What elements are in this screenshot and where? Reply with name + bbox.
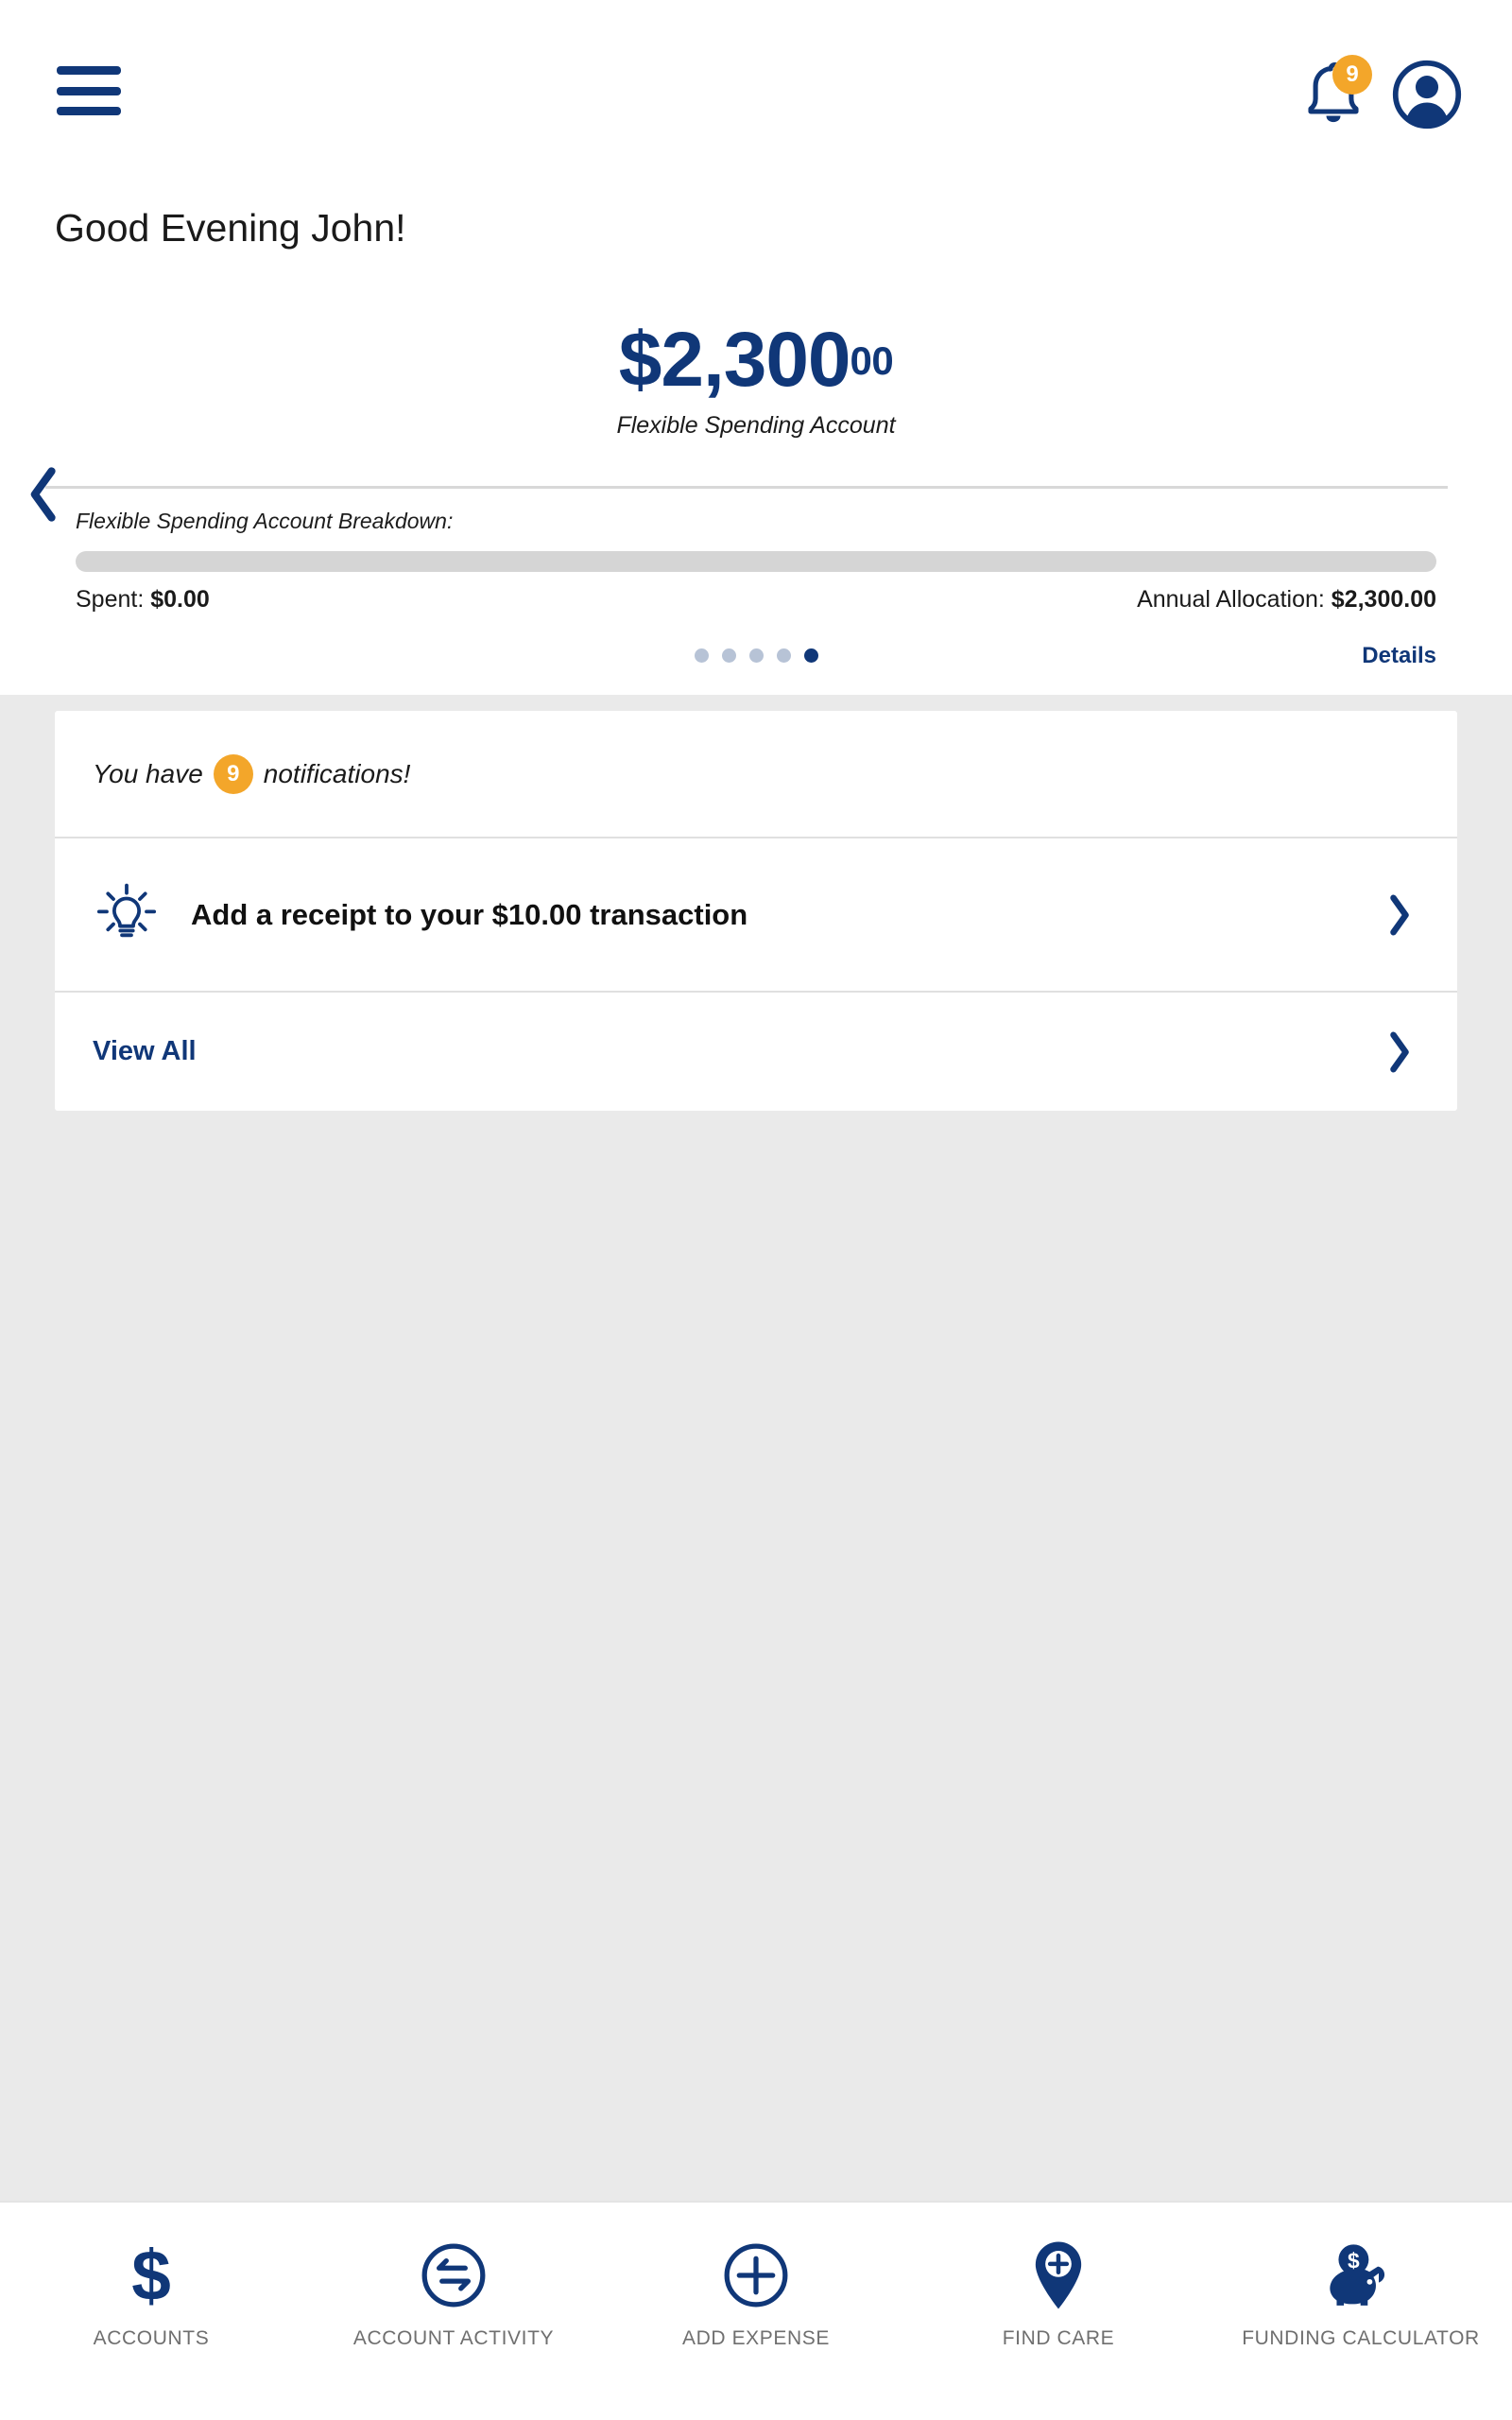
allocation-value: $2,300.00 xyxy=(1331,586,1436,613)
section-divider xyxy=(45,486,1448,489)
annual-allocation-text: Annual Allocation: $2,300.00 xyxy=(1137,586,1436,614)
chevron-right-icon xyxy=(1390,894,1409,935)
nav-label-accounts: ACCOUNTS xyxy=(93,2327,210,2349)
hamburger-bar xyxy=(57,107,121,115)
app-screen: 9 Good Evening John! $2,30000 Flexible S… xyxy=(0,0,1512,2420)
transfer-arrows-circle-icon xyxy=(419,2238,489,2312)
bottom-navigation-bar: $ ACCOUNTS ACCOUNT ACTIVITY ADD EXPENSE … xyxy=(0,2201,1512,2420)
nav-item-find-care[interactable]: FIND CARE xyxy=(907,2203,1210,2420)
notifications-count-row: You have 9 notifications! xyxy=(55,711,1457,838)
nav-item-add-expense[interactable]: ADD EXPENSE xyxy=(605,2203,907,2420)
carousel-dot-5[interactable] xyxy=(803,648,818,663)
breakdown-label: Flexible Spending Account Breakdown: xyxy=(76,509,454,533)
balance-block: $2,30000 Flexible Spending Account xyxy=(0,321,1512,440)
balance-amount-row: $2,30000 xyxy=(0,321,1512,399)
plus-circle-icon xyxy=(721,2238,791,2312)
view-all-row[interactable]: View All xyxy=(55,993,1457,1111)
nav-item-funding-calculator[interactable]: $ FUNDING CALCULATOR xyxy=(1210,2203,1512,2420)
svg-text:$: $ xyxy=(131,2238,171,2312)
nav-label-account-activity: ACCOUNT ACTIVITY xyxy=(352,2327,555,2349)
spent-amount-text: Spent: $0.00 xyxy=(76,586,210,614)
nav-label-funding-calculator: FUNDING CALCULATOR xyxy=(1242,2327,1480,2349)
chevron-right-icon xyxy=(1390,1031,1409,1072)
lightbulb-icon xyxy=(93,881,161,949)
carousel-prev-button[interactable] xyxy=(21,461,64,527)
spent-value: $0.00 xyxy=(150,586,210,613)
nav-label-find-care: FIND CARE xyxy=(1002,2327,1115,2349)
top-panel: 9 Good Evening John! $2,30000 Flexible S… xyxy=(0,0,1512,695)
carousel-pagination-dots xyxy=(0,648,1512,663)
nav-item-accounts[interactable]: $ ACCOUNTS xyxy=(0,2203,302,2420)
view-all-label: View All xyxy=(93,1036,197,1066)
map-pin-plus-icon xyxy=(1031,2238,1086,2312)
nav-item-account-activity[interactable]: ACCOUNT ACTIVITY xyxy=(302,2203,605,2420)
balance-amount-dollars: $2,300 xyxy=(618,317,851,403)
notification-tip-text: Add a receipt to your $10.00 transaction xyxy=(191,897,748,931)
carousel-dot-2[interactable] xyxy=(721,648,736,663)
allocation-label: Annual Allocation: xyxy=(1137,586,1332,613)
notifications-card: You have 9 notifications! Add a receipt … xyxy=(55,711,1457,1111)
view-all-chevron[interactable] xyxy=(1387,1030,1412,1074)
hamburger-menu-icon[interactable] xyxy=(57,66,121,115)
hamburger-bar xyxy=(57,86,121,95)
notification-bell-button[interactable]: 9 xyxy=(1297,55,1372,129)
user-avatar-button[interactable] xyxy=(1391,59,1463,130)
user-avatar-icon xyxy=(1392,60,1462,130)
balance-amount-cents: 00 xyxy=(850,337,894,383)
nav-label-add-expense: ADD EXPENSE xyxy=(682,2327,830,2349)
notification-count-badge: 9 xyxy=(1332,55,1372,95)
dollar-sign-icon: $ xyxy=(125,2238,178,2312)
notification-tip-chevron[interactable] xyxy=(1387,893,1412,937)
carousel-dot-1[interactable] xyxy=(694,648,709,663)
spent-label: Spent: xyxy=(76,586,151,613)
notification-tip-row[interactable]: Add a receipt to your $10.00 transaction xyxy=(55,838,1457,993)
app-header: 9 xyxy=(0,0,1512,175)
notifications-count-prefix: You have xyxy=(93,758,203,788)
notifications-count-suffix: notifications! xyxy=(263,758,411,788)
piggy-bank-icon: $ xyxy=(1325,2238,1397,2312)
header-actions: 9 xyxy=(1297,55,1463,130)
hamburger-bar xyxy=(57,66,121,75)
notifications-count-badge: 9 xyxy=(213,753,253,794)
spending-progress-bar xyxy=(76,551,1436,572)
details-link[interactable]: Details xyxy=(1362,643,1436,669)
notifications-count-text: You have 9 notifications! xyxy=(93,753,411,794)
chevron-left-icon xyxy=(30,467,56,522)
carousel-dot-3[interactable] xyxy=(748,648,764,663)
balance-account-label: Flexible Spending Account xyxy=(616,412,896,439)
carousel-dot-4[interactable] xyxy=(776,648,791,663)
greeting-text: Good Evening John! xyxy=(55,206,406,250)
